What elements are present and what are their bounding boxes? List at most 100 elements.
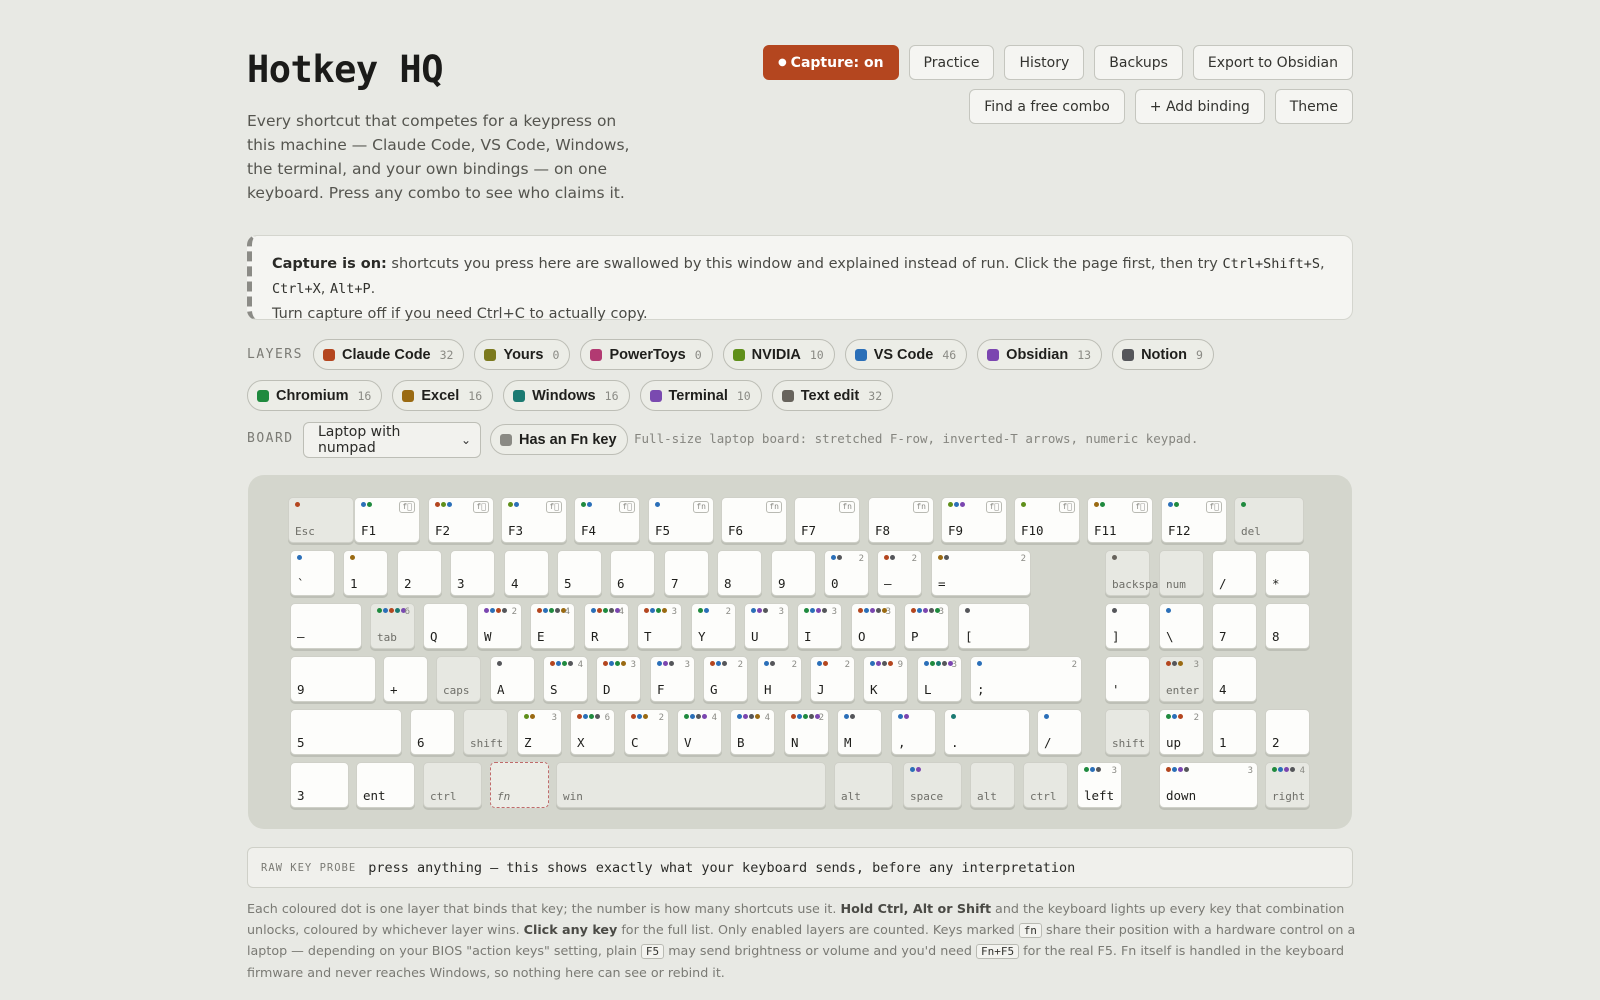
layer-chip[interactable]: NVIDIA 10 bbox=[722, 339, 835, 370]
key[interactable]: 2G bbox=[703, 656, 748, 702]
key[interactable]: shift bbox=[1105, 709, 1150, 755]
key[interactable]: 9K bbox=[863, 656, 908, 702]
export-obsidian-button[interactable]: Export to Obsidian bbox=[1192, 45, 1353, 80]
key[interactable]: 3P bbox=[904, 603, 949, 649]
key[interactable]: 3 bbox=[290, 762, 349, 808]
key[interactable]: 6 bbox=[410, 709, 455, 755]
key[interactable]: 7 bbox=[664, 550, 709, 596]
theme-button[interactable]: Theme bbox=[1274, 89, 1353, 124]
key[interactable]: 6X bbox=[570, 709, 615, 755]
key[interactable]: f⃞ F4 bbox=[574, 497, 640, 543]
key[interactable]: 4 right bbox=[1265, 762, 1310, 808]
key[interactable]: del bbox=[1234, 497, 1304, 543]
key[interactable]: 3T bbox=[637, 603, 682, 649]
key[interactable]: 2 bbox=[397, 550, 442, 596]
key[interactable]: fn F6 bbox=[721, 497, 787, 543]
key[interactable]: . bbox=[944, 709, 1030, 755]
key[interactable]: + bbox=[383, 656, 428, 702]
key[interactable]: ' bbox=[1105, 656, 1150, 702]
key[interactable]: 6 tab bbox=[370, 603, 415, 649]
key[interactable]: 2C bbox=[624, 709, 669, 755]
key[interactable]: 5 bbox=[557, 550, 602, 596]
key[interactable]: 3I bbox=[797, 603, 842, 649]
key[interactable]: f⃞ F12 bbox=[1161, 497, 1227, 543]
key[interactable]: * bbox=[1265, 550, 1310, 596]
key[interactable]: 2– bbox=[877, 550, 922, 596]
key[interactable]: f⃞ F9 bbox=[941, 497, 1007, 543]
layer-chip[interactable]: Excel 16 bbox=[392, 380, 494, 411]
key[interactable]: Esc bbox=[288, 497, 354, 543]
key[interactable]: 2H bbox=[757, 656, 802, 702]
key[interactable]: 1 bbox=[1212, 709, 1257, 755]
key[interactable]: 5 bbox=[290, 709, 402, 755]
key[interactable]: 1 bbox=[343, 550, 388, 596]
layer-chip[interactable]: Terminal 10 bbox=[639, 380, 762, 411]
practice-button[interactable]: Practice bbox=[908, 45, 995, 80]
key[interactable]: 2 = bbox=[931, 550, 1031, 596]
key[interactable]: fn F5 bbox=[648, 497, 714, 543]
key[interactable]: 3 left bbox=[1077, 762, 1122, 808]
add-binding-button[interactable]: + Add binding bbox=[1134, 89, 1265, 124]
key[interactable]: 9 bbox=[771, 550, 816, 596]
layer-chip[interactable]: Chromium 16 bbox=[247, 380, 383, 411]
key[interactable]: 2J bbox=[810, 656, 855, 702]
key[interactable]: 4S bbox=[543, 656, 588, 702]
key[interactable]: 4R bbox=[584, 603, 629, 649]
backups-button[interactable]: Backups bbox=[1094, 45, 1183, 80]
layer-chip[interactable]: Claude Code 32 bbox=[313, 339, 465, 370]
find-free-combo-button[interactable]: Find a free combo bbox=[969, 89, 1125, 124]
key[interactable]: f⃞ F3 bbox=[501, 497, 567, 543]
key[interactable]: M bbox=[837, 709, 882, 755]
key[interactable]: 20 bbox=[824, 550, 869, 596]
key[interactable]: 3 bbox=[450, 550, 495, 596]
key[interactable]: 4E bbox=[530, 603, 575, 649]
has-fn-key-toggle[interactable]: Has an Fn key bbox=[490, 424, 628, 455]
key[interactable]: alt bbox=[834, 762, 893, 808]
key[interactable]: ent bbox=[356, 762, 415, 808]
key[interactable]: f⃞ F1 bbox=[354, 497, 420, 543]
key[interactable]: fn F7 bbox=[794, 497, 860, 543]
capture-toggle-button[interactable]: ● Capture: on bbox=[762, 45, 899, 80]
key[interactable]: 2 bbox=[1265, 709, 1310, 755]
key[interactable]: shift bbox=[463, 709, 508, 755]
key[interactable]: 7 bbox=[1212, 603, 1257, 649]
board-select[interactable]: Laptop with numpad ⌄ bbox=[303, 422, 481, 458]
key[interactable]: A bbox=[490, 656, 535, 702]
key[interactable]: f⃞ F10 bbox=[1014, 497, 1080, 543]
key[interactable]: backspace bbox=[1105, 550, 1172, 596]
key[interactable]: 3 down bbox=[1159, 762, 1258, 808]
layer-chip[interactable]: PowerToys 0 bbox=[580, 339, 713, 370]
layer-chip[interactable]: Notion 9 bbox=[1112, 339, 1214, 370]
key[interactable]: alt bbox=[970, 762, 1015, 808]
key[interactable]: 3F bbox=[650, 656, 695, 702]
layer-chip[interactable]: Text edit 32 bbox=[771, 380, 894, 411]
key[interactable]: ctrl bbox=[1023, 762, 1068, 808]
key[interactable]: 4 bbox=[504, 550, 549, 596]
key[interactable]: ] bbox=[1105, 603, 1150, 649]
key[interactable]: 6 bbox=[610, 550, 655, 596]
key[interactable]: f⃞ F2 bbox=[428, 497, 494, 543]
key[interactable]: Q bbox=[423, 603, 468, 649]
key[interactable]: fn bbox=[490, 762, 549, 808]
key[interactable]: 3D bbox=[596, 656, 641, 702]
key[interactable]: 3 enter bbox=[1159, 656, 1204, 702]
key[interactable]: caps bbox=[436, 656, 481, 702]
key[interactable]: win bbox=[556, 762, 826, 808]
key[interactable]: 3L bbox=[917, 656, 962, 702]
key[interactable]: f⃞ F11 bbox=[1087, 497, 1153, 543]
key[interactable]: \ bbox=[1159, 603, 1204, 649]
key[interactable]: 2W bbox=[477, 603, 522, 649]
key[interactable]: / bbox=[1212, 550, 1257, 596]
layer-chip[interactable]: Windows 16 bbox=[503, 380, 630, 411]
key[interactable]: 3U bbox=[744, 603, 789, 649]
key[interactable]: 4B bbox=[730, 709, 775, 755]
key[interactable]: ctrl bbox=[423, 762, 482, 808]
layer-chip[interactable]: VS Code 46 bbox=[844, 339, 968, 370]
key[interactable]: 2N bbox=[784, 709, 829, 755]
key[interactable]: 4 bbox=[1212, 656, 1257, 702]
key[interactable]: 3O bbox=[851, 603, 896, 649]
key[interactable]: 4V bbox=[677, 709, 722, 755]
key[interactable]: ` bbox=[290, 550, 335, 596]
history-button[interactable]: History bbox=[1004, 45, 1085, 80]
key[interactable]: 8 bbox=[717, 550, 762, 596]
